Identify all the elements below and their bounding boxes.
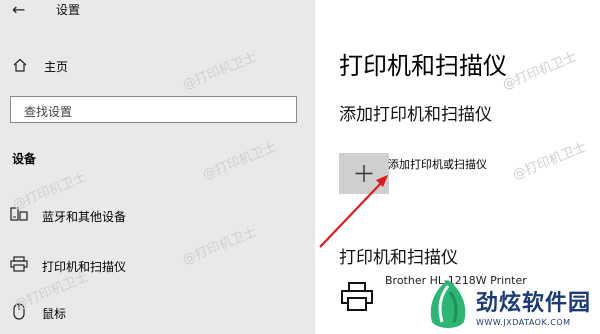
logo-emblem-icon <box>430 280 466 328</box>
site-logo: 劲炫软件园 WWW.JXDATAOK.COM <box>418 276 600 334</box>
logo-text: 劲炫软件园 <box>476 291 592 316</box>
logo-url: WWW.JXDATAOK.COM <box>476 318 571 327</box>
